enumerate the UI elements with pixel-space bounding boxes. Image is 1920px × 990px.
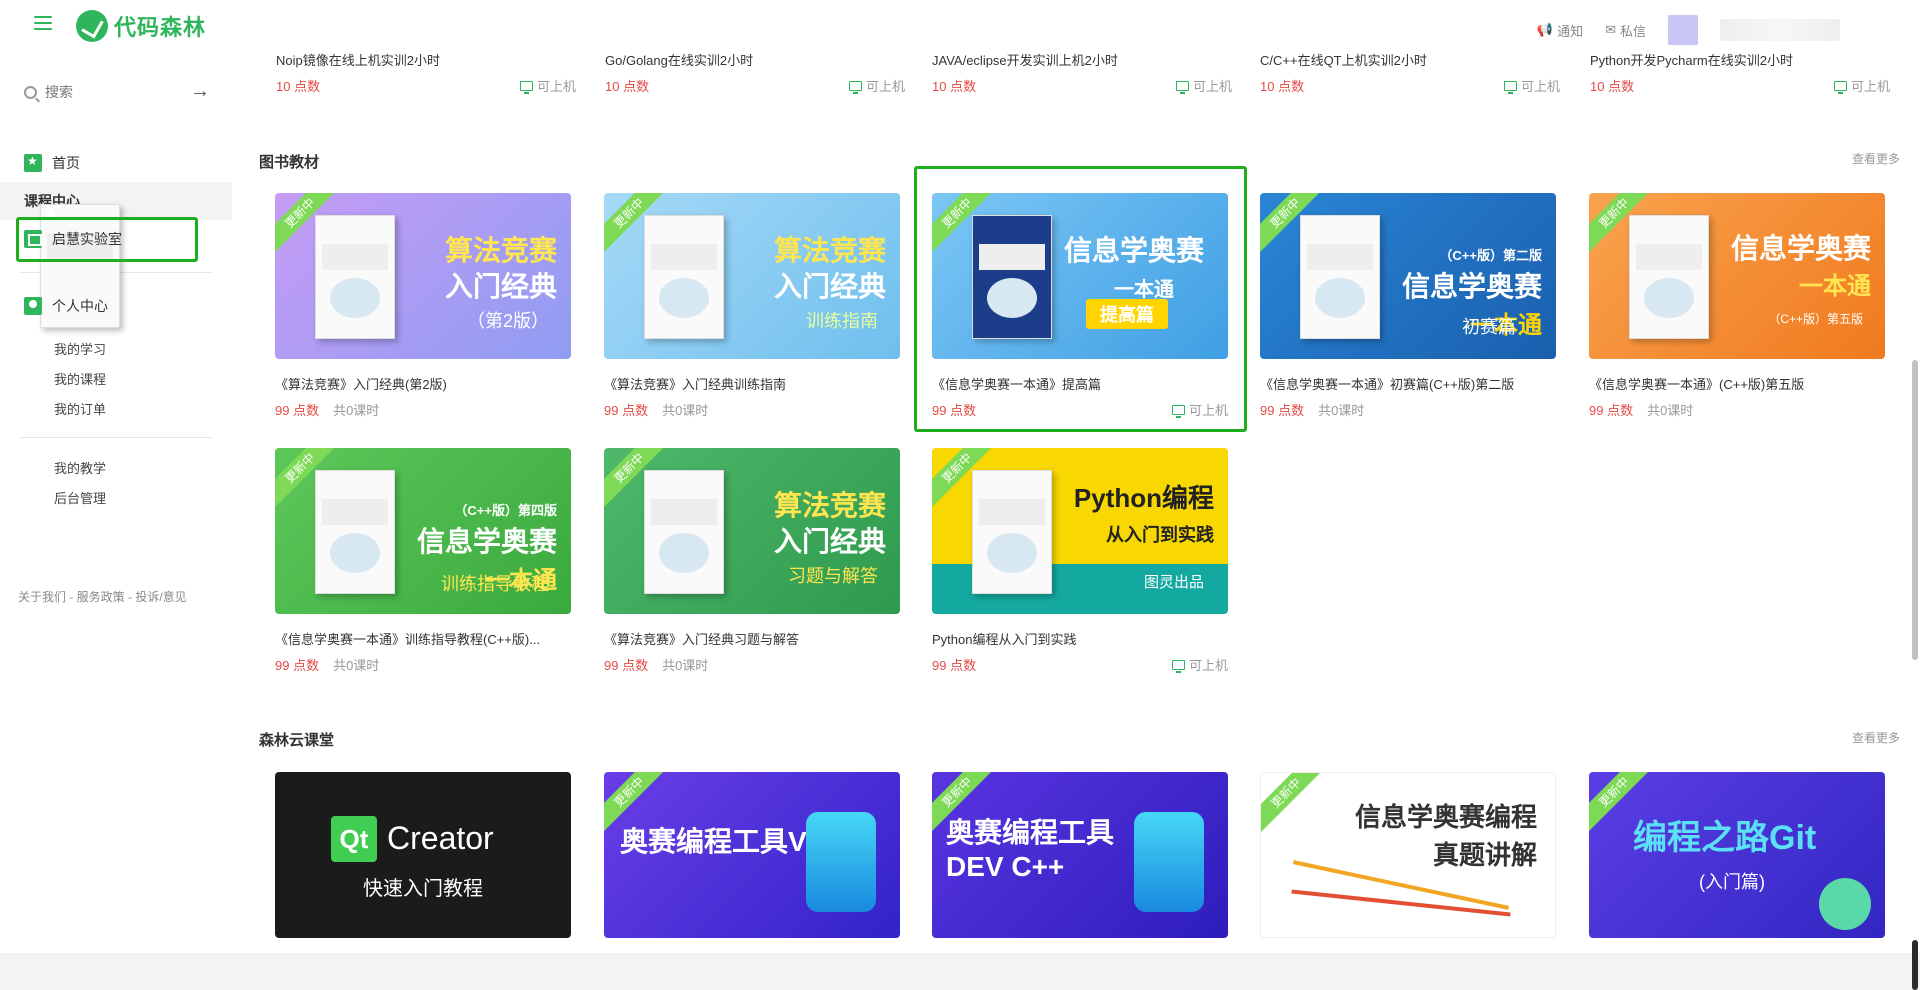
book-cover[interactable]: 更新中 （C++版）第四版 信息学奥赛 一本通 训练指导教程 [275, 448, 571, 614]
notice-button[interactable]: 📢 通知 [1537, 21, 1583, 40]
sidebar-item-my-courses[interactable]: 我的课程 [0, 363, 232, 393]
book-image [972, 470, 1052, 594]
sidebar-item-admin[interactable]: 后台管理 [0, 482, 232, 512]
book-cover[interactable]: 更新中 算法竞赛 入门经典 训练指南 [604, 193, 900, 359]
book-card[interactable]: 更新中 算法竞赛 入门经典 （第2版） 《算法竞赛》入门经典(第2版) 99 点数… [275, 193, 571, 419]
book-image [644, 215, 724, 339]
book-card[interactable]: 更新中 算法竞赛 入门经典 习题与解答 《算法竞赛》入门经典习题与解答 99 点数… [604, 448, 900, 674]
cloud-course-card[interactable]: 更新中 奥赛编程工具 DEV C++ [932, 772, 1228, 938]
scrollbar[interactable] [1910, 50, 1920, 990]
monitor-icon [1833, 80, 1847, 94]
cloud-course-card[interactable]: Qt Creator 快速入门教程 [275, 772, 571, 938]
logo[interactable]: 代码森林 [76, 10, 206, 42]
search-icon [24, 85, 37, 99]
cloud-course-card[interactable]: 更新中 编程之路Git (入门篇) [1589, 772, 1885, 938]
course-cover[interactable]: Qt Creator 快速入门教程 [275, 772, 571, 938]
user-icon [24, 297, 42, 315]
divider [20, 437, 212, 438]
cloud-course-card[interactable]: 更新中 奥赛编程工具VS [604, 772, 900, 938]
book-card[interactable]: 更新中 （C++版）第二版 信息学奥赛 一本通 初赛篇 《信息学奥赛一本通》初赛篇(… [1260, 193, 1556, 419]
sidebar-item-my-teaching[interactable]: 我的教学 [0, 452, 232, 482]
view-more-link[interactable]: 查看更多 [1852, 150, 1900, 167]
course-cover[interactable]: 更新中 编程之路Git (入门篇) [1589, 772, 1885, 938]
top-strip: Noip镜像在线上机实训2小时 10 点数 可上机 Go/Golang在线实训2小… [232, 50, 1920, 105]
ribbon-badge: 更新中 [1261, 773, 1325, 832]
book-card[interactable]: 更新中 信息学奥赛 一本通 （C++版）第五版 《信息学奥赛一本通》(C++版)第… [1589, 193, 1885, 419]
section-title-books: 图书教材 [259, 154, 320, 171]
book-image [1300, 215, 1380, 339]
course-card[interactable]: Python开发Pycharm在线实训2小时 10 点数 可上机 [1590, 50, 1890, 95]
section-title-cloud: 森林云课堂 [259, 732, 335, 749]
book-cover[interactable]: 更新中 算法竞赛 入门经典 习题与解答 [604, 448, 900, 614]
cloud-course-card[interactable]: 更新中 信息学奥赛编程 真题讲解 [1260, 772, 1556, 938]
book-cover[interactable]: 更新中 Python编程 从入门到实践 图灵出品 [932, 448, 1228, 614]
highlight-box [16, 217, 198, 262]
logo-icon [76, 10, 108, 42]
menu-icon[interactable] [34, 16, 52, 32]
username-blurred[interactable] [1720, 19, 1840, 41]
mail-icon: ✉ [1605, 22, 1616, 37]
book-cover[interactable]: 更新中 （C++版）第二版 信息学奥赛 一本通 初赛篇 [1260, 193, 1556, 359]
search-input[interactable]: 搜索 → [24, 80, 210, 104]
course-cover[interactable]: 更新中 信息学奥赛编程 真题讲解 [1260, 772, 1556, 938]
highlight-box [914, 166, 1247, 432]
qt-logo-icon: Qt [331, 816, 377, 862]
course-cover[interactable]: 更新中 奥赛编程工具VS [604, 772, 900, 938]
book-card[interactable]: 更新中 Python编程 从入门到实践 图灵出品 Python编程从入门到实践 9… [932, 448, 1228, 674]
monitor-icon [848, 80, 862, 94]
sidebar-item-my-study[interactable]: 我的学习 [0, 333, 232, 363]
monitor-icon [1503, 80, 1517, 94]
main-content: Noip镜像在线上机实训2小时 10 点数 可上机 Go/Golang在线实训2小… [232, 0, 1920, 953]
mascot-icon [1819, 878, 1871, 930]
course-card[interactable]: Go/Golang在线实训2小时 10 点数 可上机 [605, 50, 905, 95]
sidebar-item-personal[interactable]: 个人中心 [0, 287, 232, 325]
course-card[interactable]: C/C++在线QT上机实训2小时 10 点数 可上机 [1260, 50, 1560, 95]
illustration [806, 812, 876, 912]
top-bar: 代码森林 📢 通知 ✉ 私信 [0, 0, 1920, 50]
footer-links[interactable]: 关于我们 - 服务政策 - 投诉/意见 [18, 588, 187, 605]
megaphone-icon: 📢 [1536, 22, 1554, 37]
avatar[interactable] [1668, 15, 1698, 45]
course-card[interactable]: JAVA/eclipse开发实训上机2小时 10 点数 可上机 [932, 50, 1232, 95]
scroll-thumb[interactable] [1912, 360, 1918, 660]
course-card[interactable]: Noip镜像在线上机实训2小时 10 点数 可上机 [276, 50, 576, 95]
arrow-right-icon[interactable]: → [190, 80, 210, 103]
book-card[interactable]: 更新中 （C++版）第四版 信息学奥赛 一本通 训练指导教程 《信息学奥赛一本通》训… [275, 448, 571, 674]
monitor-icon [1171, 659, 1185, 673]
book-image [315, 470, 395, 594]
sidebar-item-my-orders[interactable]: 我的订单 [0, 393, 232, 423]
sidebar-item-course-center[interactable]: 课程中心 [0, 182, 232, 328]
book-image [1629, 215, 1709, 339]
sidebar: 搜索 → 首页 课程中心 启慧实验室 个人中心 我的学习 我的课程 我的订单 我… [0, 50, 232, 953]
book-image [315, 215, 395, 339]
view-more-link[interactable]: 查看更多 [1852, 729, 1900, 746]
course-cover[interactable]: 更新中 奥赛编程工具 DEV C++ [932, 772, 1228, 938]
book-cover[interactable]: 更新中 信息学奥赛 一本通 （C++版）第五版 [1589, 193, 1885, 359]
illustration [1134, 812, 1204, 912]
sidebar-item-home[interactable]: 首页 [0, 144, 232, 182]
logo-text: 代码森林 [114, 15, 207, 40]
monitor-icon [519, 80, 533, 94]
book-card[interactable]: 更新中 算法竞赛 入门经典 训练指南 《算法竞赛》入门经典训练指南 99 点数 共0… [604, 193, 900, 419]
scroll-thumb[interactable] [1912, 940, 1918, 990]
message-button[interactable]: ✉ 私信 [1605, 21, 1646, 40]
monitor-icon [1175, 80, 1189, 94]
book-cover[interactable]: 更新中 算法竞赛 入门经典 （第2版） [275, 193, 571, 359]
star-icon [24, 154, 42, 172]
book-image [644, 470, 724, 594]
